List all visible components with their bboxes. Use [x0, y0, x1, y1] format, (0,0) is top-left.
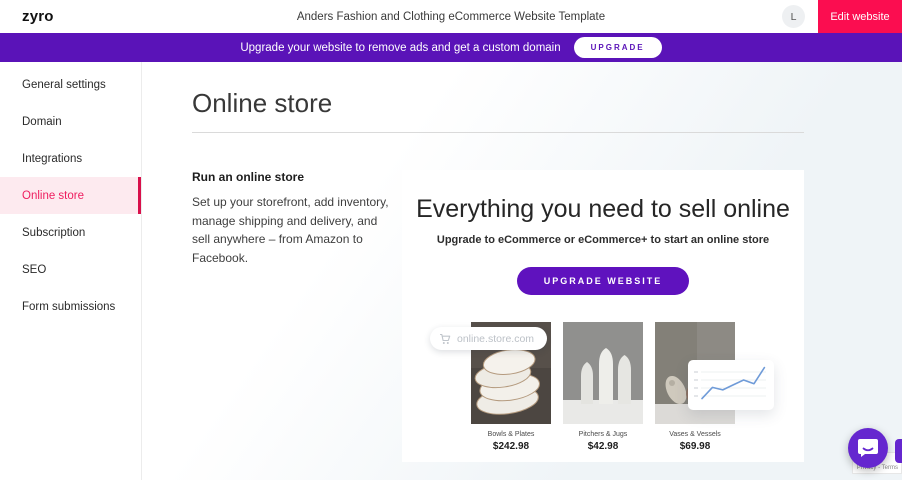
upsell-subtitle: Upgrade to eCommerce or eCommerce+ to st… [402, 234, 804, 246]
sidebar-item-seo[interactable]: SEO [0, 251, 141, 288]
sidebar-item-domain[interactable]: Domain [0, 103, 141, 140]
site-template-title: Anders Fashion and Clothing eCommerce We… [297, 11, 605, 23]
upgrade-banner: Upgrade your website to remove ads and g… [0, 33, 902, 62]
user-avatar[interactable]: L [782, 5, 805, 28]
sidebar-item-online-store[interactable]: Online store [0, 177, 141, 214]
product-name: Pitchers & Jugs [563, 431, 643, 438]
settings-sidebar: General settings Domain Integrations Onl… [0, 62, 142, 480]
product-image-pitchers [563, 322, 643, 424]
chat-launcher-button[interactable] [848, 428, 888, 468]
upsell-title: Everything you need to sell online [402, 195, 804, 224]
product-price: $69.98 [655, 441, 735, 452]
cart-icon [439, 333, 451, 345]
app-body: General settings Domain Integrations Onl… [0, 62, 902, 480]
sidebar-item-form-submissions[interactable]: Form submissions [0, 288, 141, 325]
product-name: Bowls & Plates [471, 431, 551, 438]
main-content: Online store Run an online store Set up … [142, 62, 902, 480]
upgrade-website-button[interactable]: UPGRADE WEBSITE [517, 267, 690, 295]
sidebar-item-general-settings[interactable]: General settings [0, 66, 141, 103]
sidebar-item-integrations[interactable]: Integrations [0, 140, 141, 177]
topbar-right: L Edit website [782, 0, 902, 33]
title-divider [192, 132, 804, 133]
zyro-logo: zyro [22, 8, 54, 25]
product-name: Vases & Vessels [655, 431, 735, 438]
sales-chart-card [688, 360, 774, 410]
edit-website-button[interactable]: Edit website [818, 0, 902, 33]
store-preview: online.store.com [402, 322, 804, 452]
page-title: Online store [192, 88, 902, 119]
product-card: Pitchers & Jugs $42.98 [563, 322, 643, 452]
upgrade-banner-button[interactable]: UPGRADE [574, 37, 662, 58]
store-url-pill: online.store.com [430, 327, 547, 350]
product-price: $242.98 [471, 441, 551, 452]
section-description: Set up your storefront, add inventory, m… [192, 193, 398, 267]
top-header: zyro Anders Fashion and Clothing eCommer… [0, 0, 902, 33]
sidebar-item-subscription[interactable]: Subscription [0, 214, 141, 251]
store-url-text: online.store.com [457, 333, 534, 345]
upgrade-banner-text: Upgrade your website to remove ads and g… [240, 42, 560, 54]
ecommerce-upsell-card: Everything you need to sell online Upgra… [402, 170, 804, 462]
section-heading: Run an online store [192, 170, 402, 184]
chat-widget-tab[interactable] [895, 439, 902, 463]
product-price: $42.98 [563, 441, 643, 452]
section-description-column: Run an online store Set up your storefro… [192, 170, 402, 462]
sales-line-chart [688, 360, 774, 410]
chat-bubble-icon [857, 438, 879, 458]
